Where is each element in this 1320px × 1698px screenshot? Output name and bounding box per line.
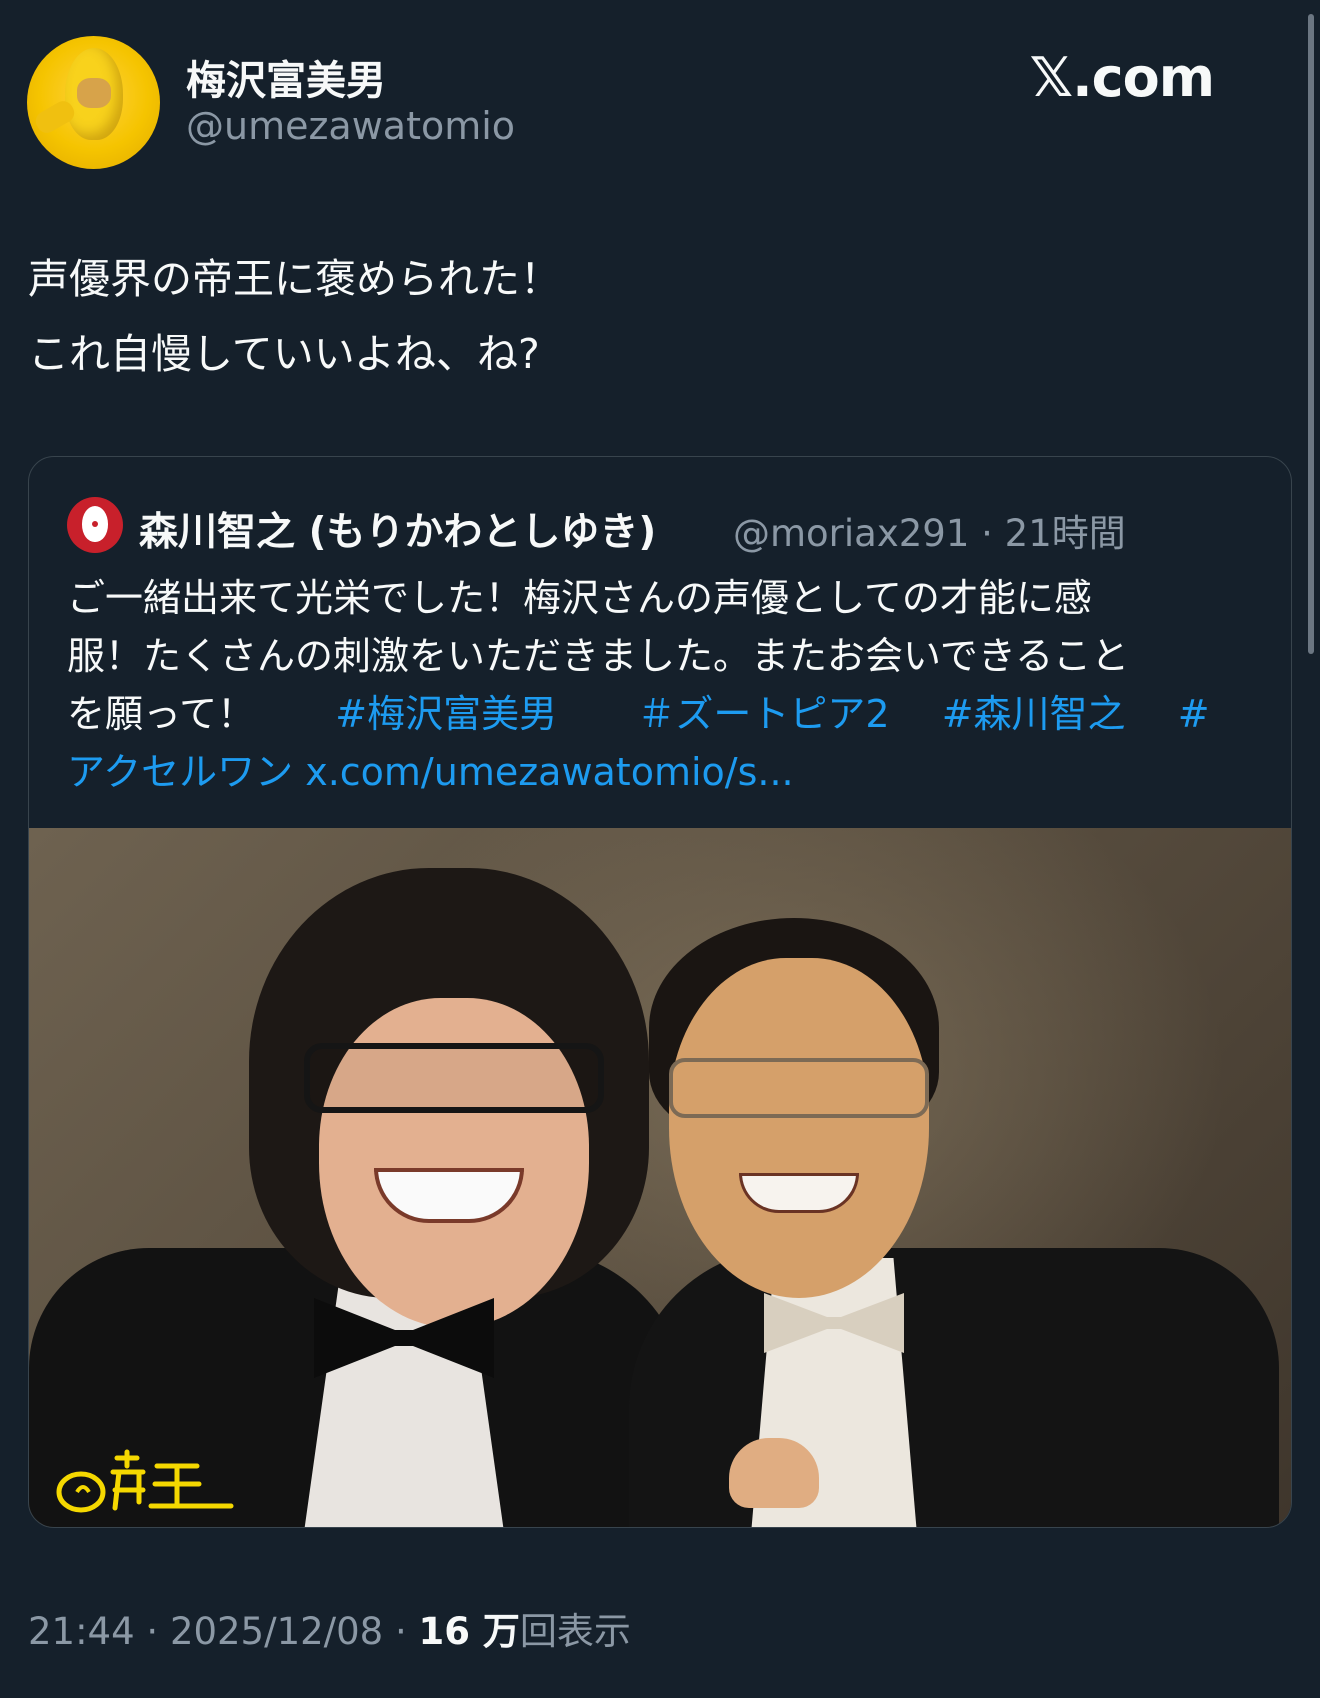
photo-signature-icon: [56, 1449, 234, 1513]
scrollbar[interactable]: [1308, 14, 1314, 654]
tweet-footer: 21:44 · 2025/12/08 · 16 万回表示: [28, 1601, 631, 1655]
quoted-tweet-header: 森川智之 (もりかわとしゆき) @moriax291 · 21時間: [67, 497, 1267, 555]
quoted-body-line: を願って！ #梅沢富美男 ＃ズートピア2 #森川智之 #: [67, 685, 1267, 743]
author-avatar[interactable]: [27, 36, 160, 169]
quoted-tweet-photo[interactable]: [29, 828, 1291, 1527]
tweet-text-line: これ自慢していいよね、ね?: [28, 330, 540, 378]
egg-icon: [82, 506, 108, 542]
author-name[interactable]: 梅沢富美男: [186, 48, 386, 106]
author-handle[interactable]: @umezawatomio: [186, 104, 515, 148]
tweet-text-line: 声優界の帝王に褒められた！: [28, 255, 561, 303]
quoted-body-text: を願って！: [67, 692, 256, 736]
tweet-text: 声優界の帝王に褒められた！ これ自慢していいよね、ね?: [28, 242, 1268, 392]
x-logo: 𝕏.com: [1029, 46, 1215, 109]
person-right-face: [669, 958, 929, 1298]
hashtag-link[interactable]: #梅沢富美男: [335, 692, 557, 736]
quoted-author-meta: @moriax291 · 21時間: [733, 503, 1126, 557]
person-right-glasses: [669, 1058, 929, 1118]
person-right-suit: [629, 1248, 1279, 1527]
quoted-tweet-time: 21時間: [1004, 512, 1126, 555]
views-label: 回表示: [519, 1610, 631, 1653]
quoted-author-name: 森川智之 (もりかわとしゆき): [139, 510, 657, 555]
quoted-body-line: ご一緒出来て光栄でした！梅沢さんの声優としての才能に感: [67, 576, 1092, 620]
footer-separator: ·: [146, 1610, 159, 1653]
hashtag-link[interactable]: #: [1178, 692, 1210, 736]
quoted-body-line: アクセルワン x.com/umezawatomio/s...: [67, 743, 1267, 801]
quoted-tweet[interactable]: 森川智之 (もりかわとしゆき) @moriax291 · 21時間 ご一緒出来て…: [28, 456, 1292, 1528]
hashtag-link[interactable]: アクセルワン: [67, 750, 293, 794]
person-left-glasses: [304, 1043, 604, 1113]
views-count: 16 万: [418, 1610, 520, 1653]
avatar-face: [77, 78, 111, 108]
hashtag-link[interactable]: #森川智之: [942, 692, 1126, 736]
footer-separator: ·: [394, 1610, 407, 1653]
tweet-time[interactable]: 21:44: [28, 1610, 135, 1653]
tweet-header: 梅沢富美男 @umezawatomio 𝕏.com: [27, 36, 1267, 170]
meta-separator: ·: [981, 512, 993, 555]
quoted-tweet-body: ご一緒出来て光栄でした！梅沢さんの声優としての才能に感 服！たくさんの刺激をいた…: [67, 569, 1267, 801]
thumbs-up-hand: [729, 1438, 819, 1508]
hashtag-link[interactable]: ＃ズートピア2: [637, 692, 889, 736]
quoted-author-avatar: [67, 497, 123, 553]
quoted-author-handle: @moriax291: [733, 512, 970, 555]
tweet-date[interactable]: 2025/12/08: [170, 1610, 383, 1653]
quoted-body-line: 服！たくさんの刺激をいただきました。またお会いできること: [67, 634, 1130, 678]
url-link[interactable]: x.com/umezawatomio/s...: [305, 750, 793, 794]
